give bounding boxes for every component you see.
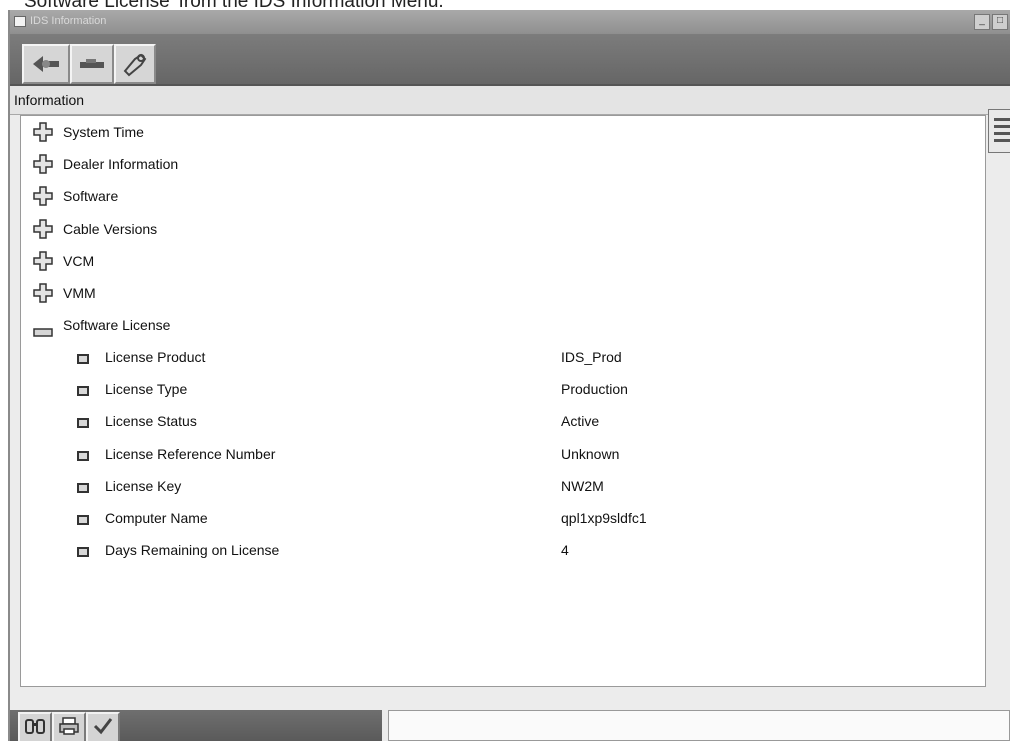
print-button[interactable] <box>52 712 86 741</box>
status-tabs <box>10 710 382 741</box>
expand-plus-icon[interactable] <box>33 251 53 278</box>
bullet-icon <box>77 547 89 557</box>
tree-node-label: VMM <box>63 285 96 301</box>
vehicle-icon <box>78 57 106 71</box>
license-row: License Type Production <box>77 377 977 401</box>
license-field-value: Unknown <box>561 446 620 462</box>
printer-icon <box>58 716 80 741</box>
license-field-value: IDS_Prod <box>561 349 622 365</box>
section-title: Information <box>14 92 85 108</box>
expand-plus-icon[interactable] <box>33 283 53 310</box>
license-field-label: License Type <box>105 381 188 397</box>
bullet-icon <box>77 386 89 396</box>
license-row: Computer Name qpl1xp9sldfc1 <box>77 506 977 530</box>
maximize-button[interactable]: □ <box>992 14 1008 30</box>
expand-plus-icon[interactable] <box>33 186 53 213</box>
license-field-label: Computer Name <box>105 510 208 526</box>
window-menu-icon[interactable] <box>14 16 26 27</box>
list-view-button[interactable] <box>988 109 1010 153</box>
license-field-label: License Key <box>105 478 182 494</box>
license-field-label: Days Remaining on License <box>105 542 280 558</box>
license-field-label: License Product <box>105 349 206 365</box>
top-toolbar <box>10 34 1010 86</box>
tree-node-label: Cable Versions <box>63 221 158 237</box>
check-icon <box>92 716 114 741</box>
license-row: Days Remaining on License 4 <box>77 538 977 562</box>
license-field-value: Production <box>561 381 628 397</box>
expand-plus-icon[interactable] <box>33 122 53 149</box>
license-field-value: qpl1xp9sldfc1 <box>561 510 647 526</box>
tree-node-label: VCM <box>63 253 95 269</box>
information-tree: System Time Dealer Information Software … <box>20 115 986 687</box>
tree-node-label: Dealer Information <box>63 156 179 172</box>
back-button[interactable] <box>22 44 70 84</box>
tree-node-label: System Time <box>63 124 144 140</box>
tools-icon <box>121 51 149 77</box>
tree-node-label: Software <box>63 188 119 204</box>
expand-plus-icon[interactable] <box>33 219 53 246</box>
license-field-value: 4 <box>561 542 569 558</box>
search-button[interactable] <box>18 712 52 741</box>
expand-plus-icon[interactable] <box>33 154 53 181</box>
binoculars-icon <box>24 716 46 741</box>
collapse-minus-icon[interactable] <box>33 320 53 344</box>
vehicle-button[interactable] <box>70 44 114 84</box>
license-field-value: Active <box>561 413 600 429</box>
bullet-icon <box>77 483 89 493</box>
license-row: License Product IDS_Prod <box>77 345 977 369</box>
status-message-field <box>388 710 1010 741</box>
status-bar <box>10 704 1010 741</box>
bullet-icon <box>77 451 89 461</box>
check-button[interactable] <box>86 712 120 741</box>
ids-window: IDS Information _ □ Information System T… <box>8 10 1010 741</box>
window-title: IDS Information <box>30 15 107 27</box>
minimize-button[interactable]: _ <box>974 14 990 30</box>
license-field-value: NW2M <box>561 478 604 494</box>
license-field-label: License Reference Number <box>105 446 276 462</box>
tree-node-label: Software License <box>63 317 171 333</box>
license-row: License Reference Number Unknown <box>77 442 977 466</box>
section-header: Information <box>10 86 1010 115</box>
license-row: License Key NW2M <box>77 474 977 498</box>
bullet-icon <box>77 515 89 525</box>
bullet-icon <box>77 418 89 428</box>
tools-button[interactable] <box>114 44 156 84</box>
license-field-label: License Status <box>105 413 197 429</box>
title-bar: IDS Information _ □ <box>10 10 1010 34</box>
license-row: License Status Active <box>77 409 977 433</box>
bullet-icon <box>77 354 89 364</box>
back-arrow-icon <box>31 54 61 74</box>
